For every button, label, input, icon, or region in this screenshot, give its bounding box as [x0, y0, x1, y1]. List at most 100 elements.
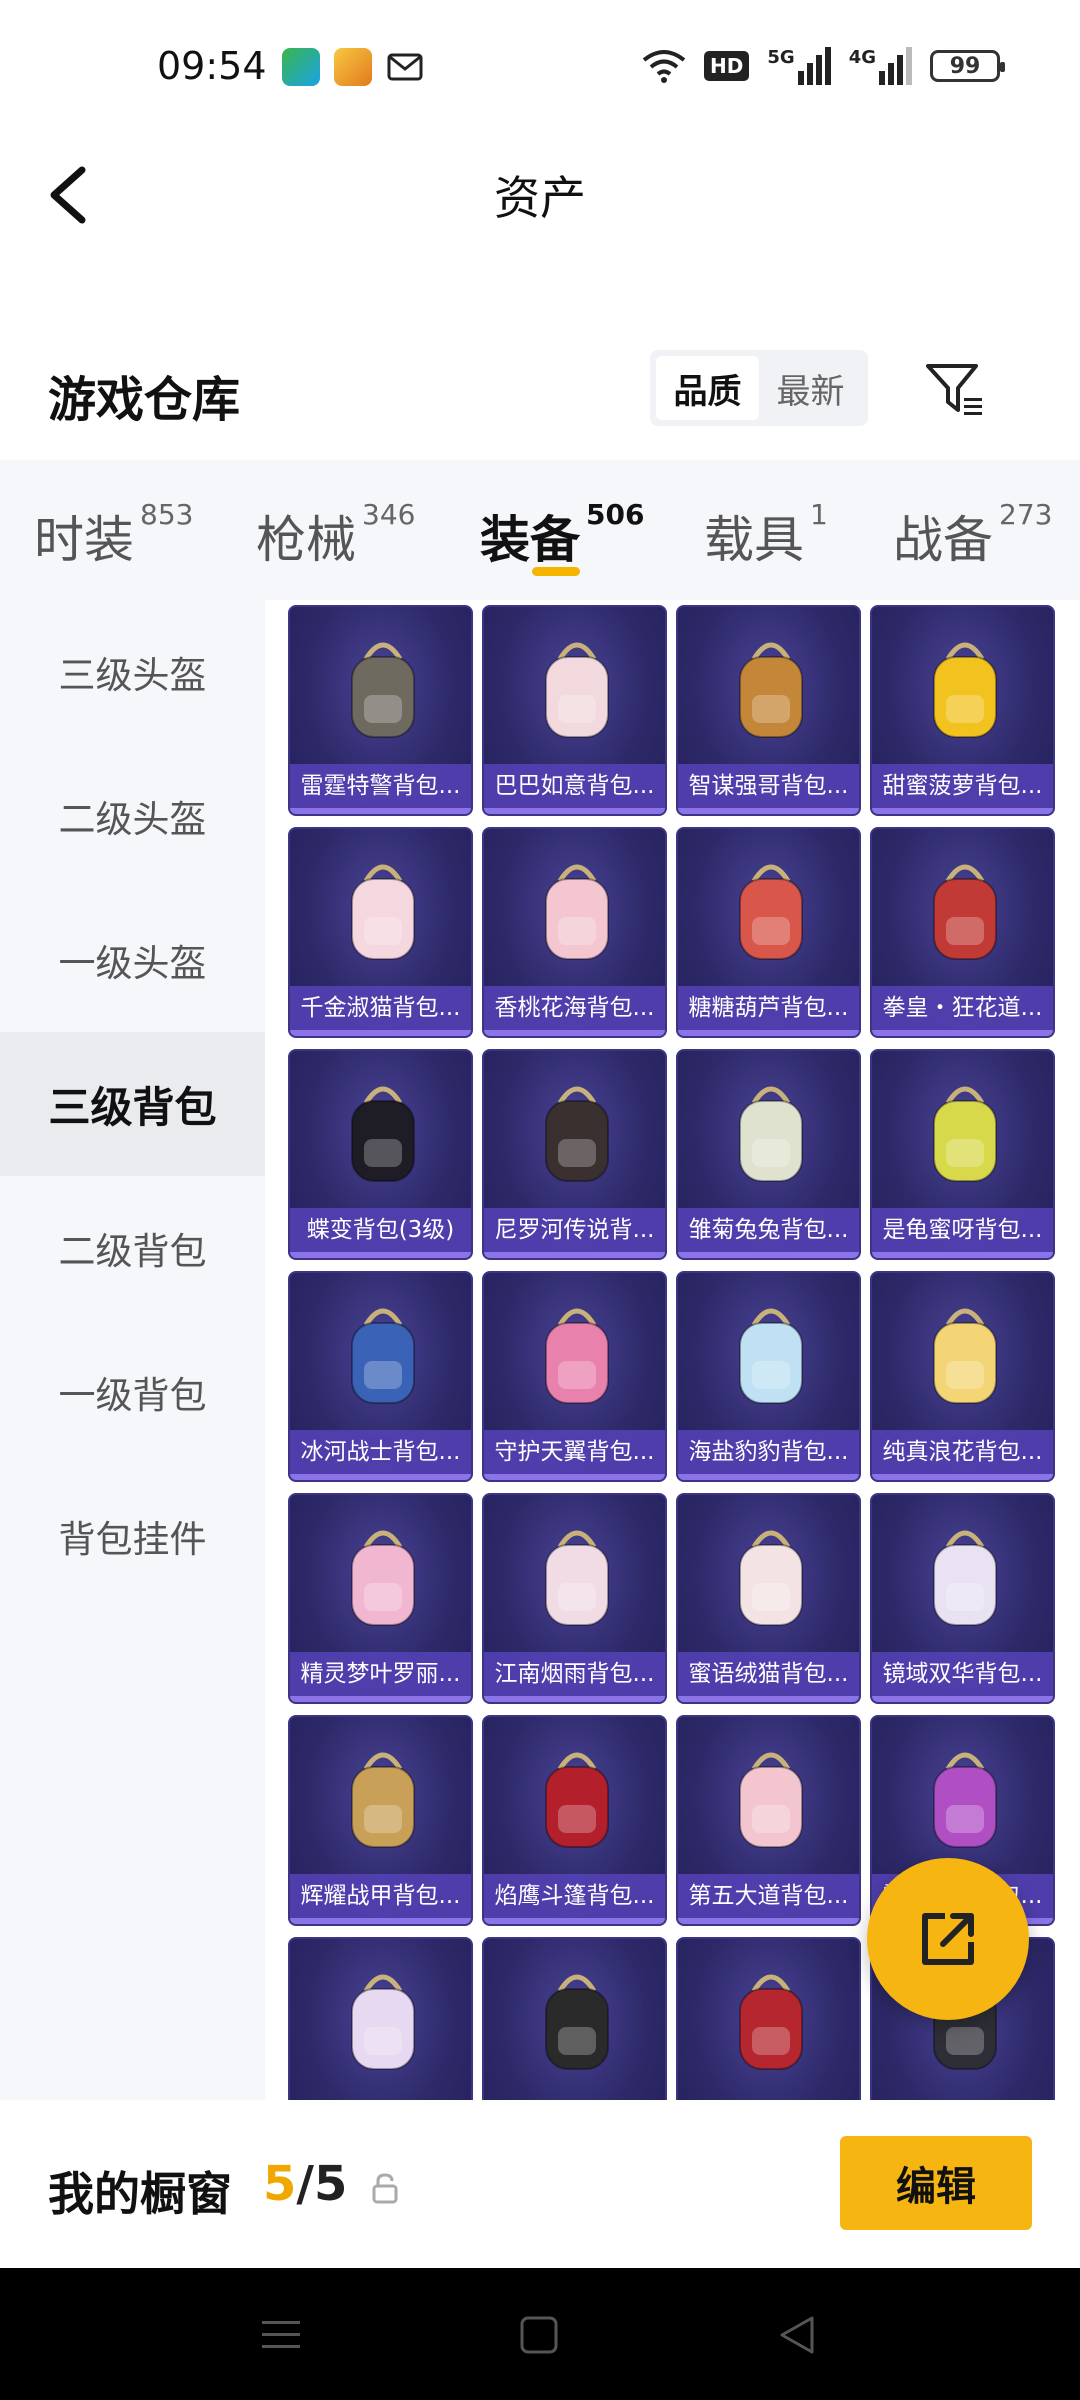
backpack-icon	[739, 864, 803, 960]
page-title: 资产	[494, 171, 586, 225]
tab-label: 时装	[34, 511, 134, 569]
tab-count: 1	[810, 498, 828, 531]
tab-count: 853	[140, 498, 194, 531]
backpack-icon	[933, 864, 997, 960]
item-name: 糖糖葫芦背包...	[678, 986, 859, 1030]
item-card[interactable]	[676, 1937, 861, 2100]
backpack-icon	[933, 642, 997, 738]
backpack-icon	[351, 1308, 415, 1404]
backpack-icon	[351, 1530, 415, 1626]
item-card[interactable]: 辉耀战甲背包...	[288, 1715, 473, 1926]
item-card[interactable]: 纯真浪花背包...	[870, 1271, 1055, 1482]
sidebar-item-backpack-3[interactable]: 三级背包	[0, 1032, 265, 1176]
item-card[interactable]: 冰河战士背包...	[288, 1271, 473, 1482]
sidebar-item-helmet-1[interactable]: 一级头盔	[0, 888, 265, 1032]
item-card[interactable]: 雏菊兔兔背包...	[676, 1049, 861, 1260]
item-name: 尼罗河传说背...	[484, 1208, 665, 1252]
active-tab-indicator	[532, 567, 580, 576]
item-card[interactable]: 蜜语绒猫背包...	[676, 1493, 861, 1704]
backpack-icon	[545, 1752, 609, 1848]
item-name: 是龟蜜呀背包...	[872, 1208, 1053, 1252]
app-notification-icon	[282, 48, 320, 86]
item-card[interactable]: 智谋强哥背包...	[676, 605, 861, 816]
item-card[interactable]: 海盐豹豹背包...	[676, 1271, 861, 1482]
item-card[interactable]	[482, 1937, 667, 2100]
category-tabs: 时装 853 枪械 346 装备 506 载具 1 战备 273	[0, 460, 1080, 600]
lock-icon	[372, 2173, 398, 2204]
backpack-icon	[933, 1752, 997, 1848]
edit-showcase-button[interactable]: 编辑	[840, 2136, 1032, 2230]
tab-supplies[interactable]: 战备 273	[893, 498, 1052, 572]
item-card[interactable]: 第五大道背包...	[676, 1715, 861, 1926]
item-card[interactable]: 拳皇・狂花道...	[870, 827, 1055, 1038]
item-name: 雷霆特警背包...	[290, 764, 471, 808]
warehouse-header: 游戏仓库 品质 最新	[0, 330, 1080, 450]
backpack-icon	[933, 1530, 997, 1626]
showcase-title: 我的橱窗	[48, 2167, 232, 2221]
hd-badge: HD	[704, 51, 750, 81]
item-card[interactable]: 糖糖葫芦背包...	[676, 827, 861, 1038]
tab-vehicles[interactable]: 载具 1	[704, 498, 828, 572]
showcase-separator: /	[296, 2156, 314, 2212]
sidebar-item-helmet-3[interactable]: 三级头盔	[0, 600, 265, 744]
item-card[interactable]: 镜域双华背包...	[870, 1493, 1055, 1704]
item-card[interactable]: 是龟蜜呀背包...	[870, 1049, 1055, 1260]
share-button[interactable]	[867, 1858, 1029, 2020]
item-card[interactable]: 尼罗河传说背...	[482, 1049, 667, 1260]
backpack-icon	[739, 1752, 803, 1848]
tab-label: 枪械	[256, 511, 356, 569]
item-name: 千金淑猫背包...	[290, 986, 471, 1030]
item-card[interactable]: 守护天翼背包...	[482, 1271, 667, 1482]
item-card[interactable]: 焰鹰斗篷背包...	[482, 1715, 667, 1926]
status-time: 09:54	[157, 44, 267, 88]
signal-4g-icon: 4G	[849, 47, 912, 85]
wifi-icon	[642, 50, 686, 83]
sort-by-quality-button[interactable]: 品质	[656, 356, 759, 420]
item-card[interactable]: 巴巴如意背包...	[482, 605, 667, 816]
battery-indicator: 99	[930, 50, 1005, 82]
item-card[interactable]: 精灵梦叶罗丽...	[288, 1493, 473, 1704]
backpack-icon	[739, 1086, 803, 1182]
filter-icon[interactable]	[924, 358, 986, 420]
item-name: 守护天翼背包...	[484, 1430, 665, 1474]
backpack-icon	[545, 1086, 609, 1182]
sort-by-newest-button[interactable]: 最新	[759, 356, 862, 420]
item-card[interactable]	[288, 1937, 473, 2100]
showcase-used: 5	[263, 2156, 297, 2212]
sidebar-item-backpack-2[interactable]: 二级背包	[0, 1176, 265, 1320]
tab-equipment[interactable]: 装备 506	[480, 498, 644, 572]
backpack-icon	[545, 864, 609, 960]
status-bar: 09:54 HD 5G 4G 99	[0, 0, 1080, 130]
showcase-bar: 我的橱窗 5/5 编辑	[0, 2100, 1080, 2268]
backpack-icon	[545, 1974, 609, 2070]
sidebar-item-backpack-1[interactable]: 一级背包	[0, 1320, 265, 1464]
item-name: 镜域双华背包...	[872, 1652, 1053, 1696]
item-card[interactable]: 甜蜜菠萝背包...	[870, 605, 1055, 816]
sidebar-item-helmet-2[interactable]: 二级头盔	[0, 744, 265, 888]
tab-label: 载具	[704, 511, 804, 569]
item-card[interactable]: 千金淑猫背包...	[288, 827, 473, 1038]
item-name: 雏菊兔兔背包...	[678, 1208, 859, 1252]
item-name: 香桃花海背包...	[484, 986, 665, 1030]
item-card[interactable]: 香桃花海背包...	[482, 827, 667, 1038]
item-card[interactable]: 雷霆特警背包...	[288, 605, 473, 816]
sort-toggle: 品质 最新	[650, 350, 868, 426]
back-icon[interactable]	[774, 2312, 820, 2358]
tab-weapons[interactable]: 枪械 346	[256, 498, 415, 572]
item-card[interactable]: 蝶变背包(3级)	[288, 1049, 473, 1260]
item-name: 焰鹰斗篷背包...	[484, 1874, 665, 1918]
tab-fashion[interactable]: 时装 853	[34, 498, 194, 572]
signal-5g-icon: 5G	[767, 47, 831, 85]
item-name: 辉耀战甲背包...	[290, 1874, 471, 1918]
home-icon[interactable]	[516, 2312, 562, 2358]
backpack-icon	[545, 1308, 609, 1404]
system-navigation-bar	[0, 2268, 1080, 2400]
tab-label: 装备	[480, 511, 580, 569]
backpack-icon	[545, 642, 609, 738]
menu-icon[interactable]	[258, 2312, 304, 2358]
backpack-icon	[351, 642, 415, 738]
backpack-icon	[351, 1752, 415, 1848]
sidebar-item-backpack-charm[interactable]: 背包挂件	[0, 1464, 265, 1608]
item-card[interactable]: 江南烟雨背包...	[482, 1493, 667, 1704]
mail-icon	[387, 53, 423, 81]
